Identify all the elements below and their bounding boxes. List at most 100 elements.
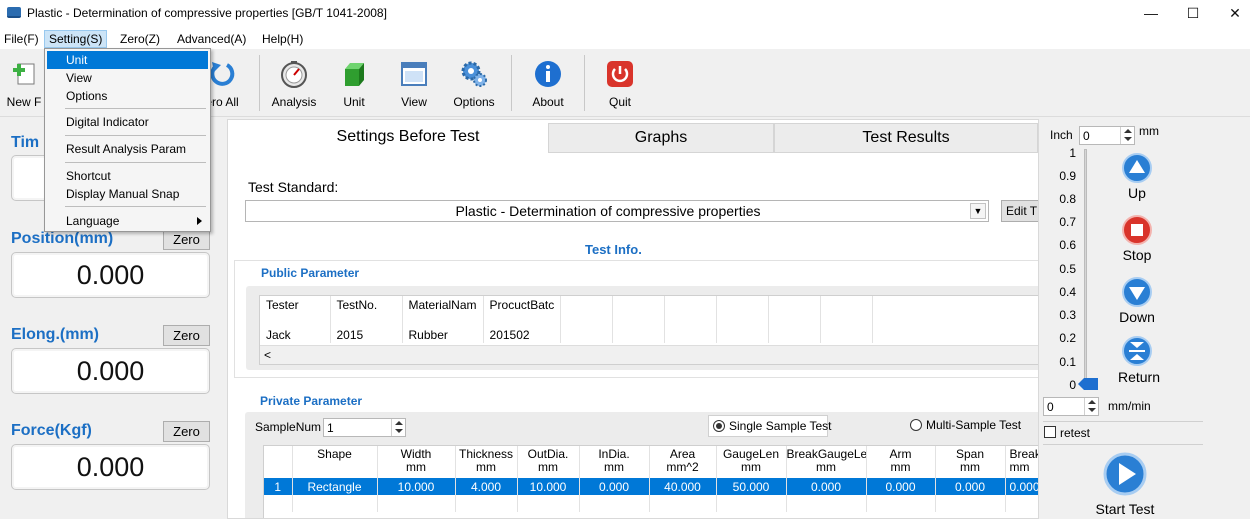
tab-test-results[interactable]: Test Results <box>774 123 1038 153</box>
table-cell[interactable]: 4.000 <box>455 478 518 495</box>
single-sample-label: Single Sample Test <box>729 419 832 433</box>
minimize-button[interactable]: — <box>1128 0 1174 28</box>
multi-sample-radio[interactable]: Multi-Sample Test <box>908 415 1038 437</box>
table-cell[interactable]: 0.000 <box>579 478 650 495</box>
table-cell[interactable]: 0.000 <box>786 478 867 495</box>
table-row[interactable]: Jack 2015 Rubber 201502 <box>260 326 1038 343</box>
table-cell[interactable]: 0.000 <box>866 478 936 495</box>
menu-file[interactable]: File(F) <box>0 30 43 48</box>
about-label: About <box>532 95 564 109</box>
scale-tick: 1 <box>1069 146 1076 160</box>
start-test-button[interactable]: Start Test <box>1080 452 1170 519</box>
stepper-arrows-icon[interactable] <box>391 419 405 436</box>
stepper-arrows-icon[interactable] <box>1084 398 1098 415</box>
menu-item-result-analysis[interactable]: Result Analysis Param <box>47 140 208 158</box>
menu-item-language[interactable]: Language <box>47 212 208 230</box>
quit-label: Quit <box>608 95 631 109</box>
chevron-down-icon[interactable]: ▼ <box>970 203 986 219</box>
menu-help[interactable]: Help(H) <box>258 30 307 48</box>
retest-checkbox[interactable] <box>1044 426 1056 438</box>
table-header: GaugeLen mm <box>716 446 787 478</box>
slider-thumb-icon[interactable] <box>1078 378 1098 390</box>
table-cell[interactable]: 40.000 <box>649 478 717 495</box>
gauge-icon <box>281 61 307 88</box>
tab-settings-before-test[interactable]: Settings Before Test <box>268 123 548 153</box>
stop-button[interactable]: Stop <box>1117 215 1157 263</box>
speed-unit-label: mm/min <box>1108 399 1151 413</box>
menu-item-display-manual-snap[interactable]: Display Manual Snap <box>47 185 208 203</box>
options-button[interactable]: Options <box>444 57 504 115</box>
table-header: Thickness mm <box>455 446 518 478</box>
horizontal-scrollbar[interactable]: < <box>260 345 1038 364</box>
menu-setting[interactable]: Setting(S) <box>44 30 108 48</box>
close-button[interactable]: ✕ <box>1212 0 1250 28</box>
radio-checked-icon <box>713 420 725 432</box>
menu-zero[interactable]: Zero(Z) <box>116 30 164 48</box>
test-standard-select[interactable]: Plastic - Determination of compressive p… <box>245 200 989 222</box>
single-sample-radio[interactable]: Single Sample Test <box>708 415 832 437</box>
scale-tick: 0.7 <box>1059 215 1076 229</box>
about-button[interactable]: About <box>518 57 578 115</box>
view-label: View <box>401 95 427 109</box>
public-parameter-group: Public Parameter Tester TestNo. Material… <box>234 260 1038 378</box>
table-cell[interactable]: 10.000 <box>377 478 456 495</box>
up-button[interactable]: Up <box>1117 153 1157 201</box>
table-header: Arm mm <box>866 446 936 478</box>
table-header: Tester <box>260 296 331 326</box>
divider <box>1043 421 1203 422</box>
window-icon <box>401 62 427 86</box>
table-cell[interactable]: Rubber <box>402 326 484 343</box>
return-button[interactable]: Return <box>1117 336 1160 385</box>
table-cell[interactable]: Rectangle <box>292 478 378 495</box>
edit-standard-button[interactable]: Edit T <box>1001 200 1038 222</box>
table-cell[interactable]: Jack <box>260 326 331 343</box>
speed-slider-track[interactable] <box>1084 149 1087 387</box>
speed-stepper[interactable]: 0 <box>1043 397 1099 416</box>
table-header-row: Shape Width mm Thickness mm OutDia. mm InDi… <box>264 446 1038 478</box>
menu-separator <box>65 206 206 207</box>
table-cell[interactable]: 2015 <box>330 326 403 343</box>
tab-graphs[interactable]: Graphs <box>548 123 774 153</box>
quit-button[interactable]: Quit <box>590 57 650 115</box>
sample-num-stepper[interactable]: 1 <box>323 418 406 437</box>
table-cell[interactable]: 0.000 <box>935 478 1006 495</box>
table-cell[interactable]: 50.000 <box>716 478 787 495</box>
new-file-icon <box>13 63 35 85</box>
menu-item-digital-indicator[interactable]: Digital Indicator <box>47 113 208 131</box>
menu-item-view[interactable]: View <box>47 69 208 87</box>
info-icon <box>535 61 561 87</box>
analysis-button[interactable]: Analysis <box>264 57 324 115</box>
menu-item-options[interactable]: Options <box>47 87 208 105</box>
gears-icon <box>461 61 487 87</box>
inch-stepper[interactable]: 0 <box>1079 126 1135 145</box>
table-cell[interactable]: 1 <box>264 478 293 495</box>
menu-separator <box>65 135 206 136</box>
down-button[interactable]: Down <box>1117 277 1157 325</box>
position-zero-button[interactable]: Zero <box>163 229 210 250</box>
scale-tick: 0.6 <box>1059 238 1076 252</box>
table-cell[interactable]: 10.000 <box>517 478 580 495</box>
elong-zero-button[interactable]: Zero <box>163 325 210 346</box>
table-row-selected[interactable]: 1 Rectangle 10.000 4.000 10.000 0.000 40… <box>264 478 1038 495</box>
menu-item-shortcut[interactable]: Shortcut <box>47 167 208 185</box>
private-parameter-box: SampleNum 1 Single Sample Test Multi-Sam… <box>245 412 1038 518</box>
table-cell[interactable]: 0.000 <box>1005 478 1038 495</box>
toolbar-separator <box>511 55 512 111</box>
elong-display: 0.000 <box>11 348 210 394</box>
scroll-left-arrow[interactable]: < <box>264 348 271 362</box>
table-row[interactable] <box>264 495 1038 512</box>
position-label: Position(mm) <box>11 230 114 247</box>
maximize-button[interactable]: ☐ <box>1170 0 1216 28</box>
power-icon <box>607 61 633 87</box>
scale-tick: 0 <box>1069 378 1076 392</box>
table-cell[interactable]: 201502 <box>483 326 562 343</box>
menu-item-unit[interactable]: Unit <box>47 51 208 69</box>
menu-separator <box>65 162 206 163</box>
unit-button[interactable]: Unit <box>324 57 384 115</box>
menu-advanced[interactable]: Advanced(A) <box>173 30 250 48</box>
test-standard-label: Test Standard: <box>248 179 339 195</box>
table-header: Break mm <box>1005 446 1038 478</box>
force-zero-button[interactable]: Zero <box>163 421 210 442</box>
view-button[interactable]: View <box>384 57 444 115</box>
stepper-arrows-icon[interactable] <box>1120 127 1134 144</box>
